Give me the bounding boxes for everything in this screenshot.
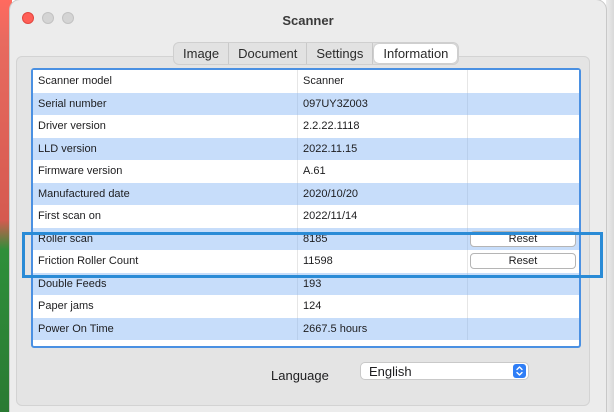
- info-value: 193: [298, 272, 468, 295]
- info-value: A.61: [298, 160, 468, 183]
- info-value: 2667.5 hours: [298, 317, 468, 340]
- table-row: Firmware version A.61: [33, 160, 579, 183]
- info-value: 097UY3Z003: [298, 92, 468, 115]
- info-value: 2022/11/14: [298, 205, 468, 228]
- info-label: Serial number: [33, 92, 298, 115]
- info-action-cell: [468, 115, 579, 138]
- table-row: Serial number 097UY3Z003: [33, 92, 579, 116]
- info-action-cell: [468, 273, 579, 296]
- info-value: 124: [298, 295, 468, 318]
- info-value: 8185: [298, 227, 468, 250]
- info-label: Power On Time: [33, 317, 298, 340]
- info-action-cell: [468, 70, 579, 93]
- table-row: Paper jams 124: [33, 295, 579, 318]
- tab-bar: Image Document Settings Information: [173, 42, 460, 65]
- info-value: 2.2.22.1118: [298, 115, 468, 138]
- info-label: Friction Roller Count: [33, 250, 298, 273]
- info-action-cell: [468, 318, 579, 341]
- language-label: Language: [271, 368, 329, 383]
- info-action-cell: [468, 160, 579, 183]
- window-title: Scanner: [282, 13, 334, 28]
- info-value: 11598: [298, 250, 468, 273]
- tab-settings[interactable]: Settings: [307, 43, 374, 64]
- info-label: First scan on: [33, 205, 298, 228]
- info-label: Paper jams: [33, 295, 298, 318]
- table-row: Friction Roller Count 11598 Reset: [33, 250, 579, 273]
- info-value: Scanner: [298, 70, 468, 93]
- table-row: LLD version 2022.11.15: [33, 137, 579, 161]
- table-row: Power On Time 2667.5 hours: [33, 317, 579, 341]
- info-label: Firmware version: [33, 160, 298, 183]
- info-label: Double Feeds: [33, 272, 298, 295]
- table-row: Roller scan 8185 Reset: [33, 227, 579, 251]
- info-label: Driver version: [33, 115, 298, 138]
- info-label: LLD version: [33, 137, 298, 160]
- table-row: Manufactured date 2020/10/20: [33, 182, 579, 206]
- info-action-cell: [468, 183, 579, 206]
- tab-document[interactable]: Document: [229, 43, 308, 64]
- info-action-cell: [468, 205, 579, 228]
- table-row: First scan on 2022/11/14: [33, 205, 579, 228]
- info-label: Manufactured date: [33, 182, 298, 205]
- table-row: Driver version 2.2.22.1118: [33, 115, 579, 138]
- info-value: 2022.11.15: [298, 137, 468, 160]
- info-label: Roller scan: [33, 227, 298, 250]
- info-action-cell: [468, 138, 579, 161]
- title-bar: Scanner: [10, 0, 606, 40]
- info-action-cell: Reset: [468, 228, 579, 251]
- table-row: Scanner model Scanner: [33, 70, 579, 93]
- info-action-cell: Reset: [468, 250, 579, 273]
- language-selected-value: English: [369, 364, 412, 379]
- info-action-cell: [468, 295, 579, 318]
- table-row: Double Feeds 193: [33, 272, 579, 296]
- friction-roller-reset-button[interactable]: Reset: [470, 253, 576, 269]
- tab-image[interactable]: Image: [174, 43, 230, 64]
- chevron-up-down-icon: [513, 364, 526, 378]
- scanner-info-table: Scanner model Scanner Serial number 097U…: [31, 68, 581, 348]
- tab-information[interactable]: Information: [374, 44, 458, 63]
- language-select[interactable]: English: [360, 362, 529, 380]
- info-label: Scanner model: [33, 70, 298, 93]
- background-window-edge-right: [606, 0, 614, 412]
- info-value: 2020/10/20: [298, 182, 468, 205]
- info-action-cell: [468, 93, 579, 116]
- roller-scan-reset-button[interactable]: Reset: [470, 230, 576, 247]
